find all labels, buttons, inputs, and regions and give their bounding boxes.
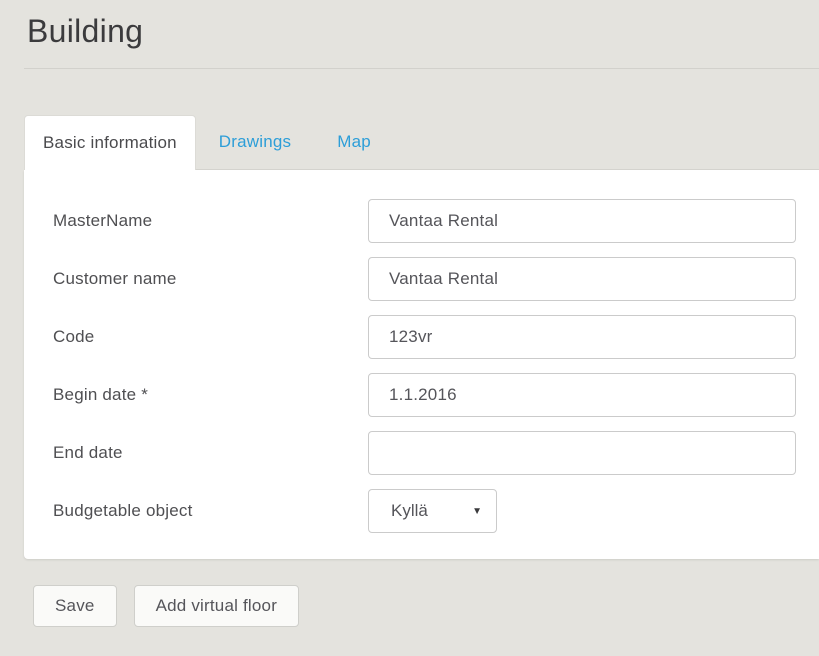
- end-date-input[interactable]: [368, 431, 796, 475]
- tab-drawings[interactable]: Drawings: [196, 115, 314, 169]
- begin-date-label: Begin date *: [53, 385, 368, 405]
- code-input[interactable]: [368, 315, 796, 359]
- end-date-label: End date: [53, 443, 368, 463]
- tab-strip: Basic information Drawings Map: [24, 115, 819, 170]
- selected-option-label: Kyllä: [391, 501, 428, 521]
- form-row-mastername: MasterName: [53, 199, 796, 243]
- add-virtual-floor-button[interactable]: Add virtual floor: [134, 585, 300, 627]
- chevron-down-icon: ▼: [472, 506, 482, 517]
- tab-basic-information[interactable]: Basic information: [24, 115, 196, 170]
- customer-name-input[interactable]: [368, 257, 796, 301]
- form-row-budgetable-object: Budgetable object Kyllä ▼: [53, 489, 796, 533]
- header-divider: [24, 68, 819, 69]
- page-header: Building: [0, 0, 819, 50]
- form-row-begin-date: Begin date *: [53, 373, 796, 417]
- basic-information-panel: MasterName Customer name Code Begin date…: [24, 170, 819, 559]
- mastername-input[interactable]: [368, 199, 796, 243]
- tab-label: Map: [337, 132, 371, 152]
- code-label: Code: [53, 327, 368, 347]
- form-row-end-date: End date: [53, 431, 796, 475]
- tab-map[interactable]: Map: [314, 115, 394, 169]
- customer-name-label: Customer name: [53, 269, 368, 289]
- tab-label: Drawings: [219, 132, 291, 152]
- mastername-label: MasterName: [53, 211, 368, 231]
- save-button[interactable]: Save: [33, 585, 117, 627]
- form-row-customer-name: Customer name: [53, 257, 796, 301]
- tab-label: Basic information: [43, 133, 177, 153]
- page-title: Building: [27, 13, 819, 50]
- begin-date-input[interactable]: [368, 373, 796, 417]
- button-row: Save Add virtual floor: [33, 585, 819, 627]
- budgetable-object-label: Budgetable object: [53, 501, 368, 521]
- budgetable-object-select[interactable]: Kyllä ▼: [368, 489, 497, 533]
- form-row-code: Code: [53, 315, 796, 359]
